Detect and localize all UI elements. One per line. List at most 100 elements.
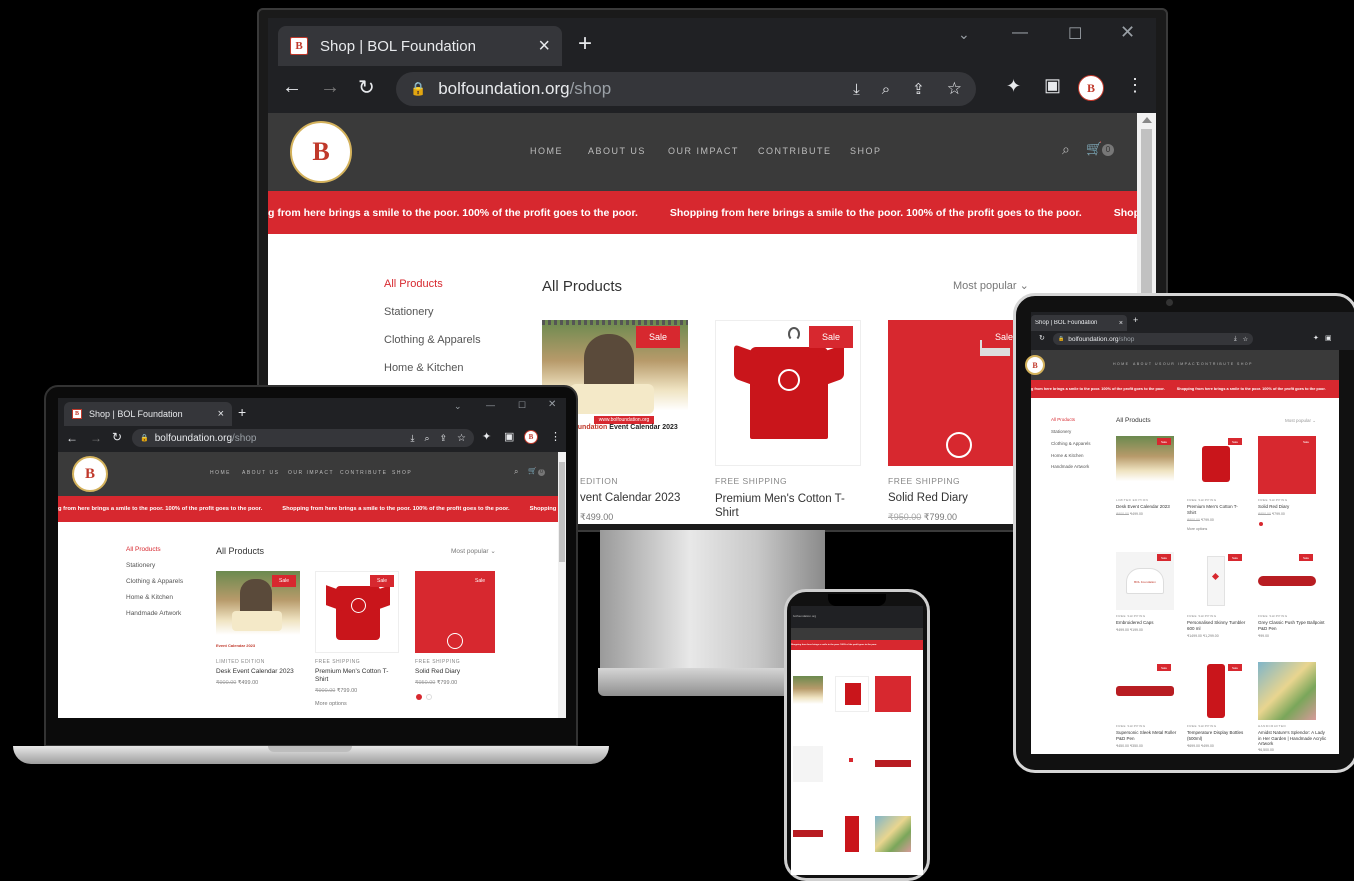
product-image-roller-pen[interactable]: [793, 816, 823, 852]
more-options-link[interactable]: More options: [1187, 527, 1207, 531]
window-close-icon[interactable]: ✕: [1120, 22, 1135, 43]
nav-shop[interactable]: SHOP: [1237, 362, 1253, 366]
category-home-kitchen[interactable]: Home & Kitchen: [384, 362, 463, 374]
sidepanel-icon[interactable]: ▣: [1325, 334, 1332, 342]
product-name[interactable]: Desk Event Calendar 2023: [1116, 504, 1170, 509]
category-stationery[interactable]: Stationery: [1051, 429, 1071, 434]
category-handmade[interactable]: Handmade Artwork: [126, 610, 181, 617]
nav-home[interactable]: HOME: [1113, 362, 1130, 366]
window-maximize-icon[interactable]: ☐: [1068, 24, 1082, 44]
category-all-products[interactable]: All Products: [384, 278, 443, 290]
zoom-icon[interactable]: ⌕: [882, 81, 890, 98]
extensions-icon[interactable]: ✦: [1006, 76, 1021, 97]
product-image-pen[interactable]: [875, 746, 911, 782]
reload-icon[interactable]: ↻: [112, 430, 122, 444]
share-icon[interactable]: ⇪: [912, 80, 925, 98]
site-logo[interactable]: B: [72, 456, 108, 492]
product-name[interactable]: Embroidered Caps: [1116, 620, 1154, 625]
address-bar[interactable]: 🔒 bolfoundation.org/shop ⤓ ⌕ ⇪ ☆: [396, 72, 976, 106]
profile-avatar[interactable]: B: [524, 430, 538, 444]
address-bar[interactable]: 🔒 bolfoundation.org/shop ⤓ ☆: [1053, 333, 1253, 345]
new-tab-button[interactable]: +: [1133, 315, 1138, 325]
product-image-tumbler[interactable]: [835, 746, 869, 782]
product-name[interactable]: Grey Classic Push Type Ballpoint P&D Pen: [1258, 620, 1328, 631]
product-name[interactable]: vent Calendar 2023: [580, 492, 680, 504]
zoom-icon[interactable]: ⌕: [424, 433, 429, 444]
profile-avatar[interactable]: B: [1078, 75, 1104, 101]
window-chevron-icon[interactable]: ⌄: [958, 26, 970, 43]
product-image-artwork[interactable]: [875, 816, 911, 852]
install-icon[interactable]: ⤓: [410, 433, 414, 444]
product-image-cap[interactable]: [793, 746, 823, 782]
nav-shop[interactable]: SHOP: [392, 470, 412, 476]
more-options-link[interactable]: More options: [315, 701, 347, 707]
site-cart-icon[interactable]: 🛒: [1086, 141, 1102, 157]
product-name[interactable]: Amidst Nature's Splendor: A Lady in Her …: [1258, 730, 1328, 747]
site-search-icon[interactable]: ⌕: [514, 467, 518, 477]
extensions-icon[interactable]: ✦: [482, 430, 491, 443]
category-home-kitchen[interactable]: Home & Kitchen: [1051, 453, 1084, 458]
bookmark-star-icon[interactable]: ☆: [457, 433, 466, 444]
forward-icon[interactable]: →: [90, 431, 102, 445]
new-tab-button[interactable]: +: [578, 30, 592, 58]
menu-kebab-icon[interactable]: ⋮: [1126, 75, 1144, 96]
nav-impact[interactable]: OUR IMPACT: [668, 146, 739, 156]
reload-icon[interactable]: ↻: [1039, 334, 1045, 342]
color-swatch-red[interactable]: [416, 694, 422, 700]
product-name[interactable]: Premium Men's Cotton T-Shirt: [1187, 504, 1245, 515]
bookmark-star-icon[interactable]: ☆: [947, 79, 962, 99]
product-image-diary[interactable]: [875, 676, 911, 712]
product-name[interactable]: Premium Men's Cotton T-Shirt: [715, 492, 865, 520]
product-image-artwork[interactable]: [1258, 662, 1316, 720]
nav-about[interactable]: ABOUT US: [588, 146, 646, 156]
sidepanel-icon[interactable]: ▣: [504, 430, 514, 443]
category-clothing[interactable]: Clothing & Apparels: [126, 578, 183, 585]
site-search-icon[interactable]: ⌕: [1062, 141, 1070, 158]
install-icon[interactable]: ⤓: [1234, 336, 1237, 343]
laptop-scrollbar[interactable]: [558, 452, 566, 718]
sidepanel-icon[interactable]: ▣: [1044, 75, 1061, 96]
bookmark-star-icon[interactable]: ☆: [1243, 336, 1248, 343]
product-name[interactable]: Temperature Display Bottles (500ml): [1187, 730, 1249, 741]
tablet-tab[interactable]: Shop | BOL Foundation ×: [1031, 315, 1127, 331]
sort-select[interactable]: Most popular ⌄: [953, 279, 1029, 292]
nav-home[interactable]: HOME: [210, 470, 231, 476]
nav-impact[interactable]: OUR IMPACT: [288, 470, 334, 476]
product-name[interactable]: Solid Red Diary: [888, 492, 968, 504]
window-minimize-icon[interactable]: —: [486, 400, 495, 410]
category-stationery[interactable]: Stationery: [384, 306, 434, 318]
address-bar[interactable]: 🔒 bolfoundation.org/shop ⤓ ⌕ ⇪ ☆: [132, 429, 474, 447]
product-image-tshirt[interactable]: [835, 676, 869, 712]
product-name[interactable]: Solid Red Diary: [415, 668, 460, 675]
nav-shop[interactable]: SHOP: [850, 146, 882, 156]
install-icon[interactable]: ⤓: [853, 81, 860, 98]
site-logo[interactable]: B: [290, 121, 352, 183]
tab-close-icon[interactable]: ×: [1119, 320, 1123, 327]
product-name[interactable]: Solid Red Diary: [1258, 504, 1289, 509]
extensions-icon[interactable]: ✦: [1313, 334, 1319, 342]
window-chevron-icon[interactable]: ⌄: [454, 401, 462, 412]
window-close-icon[interactable]: ✕: [548, 399, 556, 410]
sort-select[interactable]: Most popular ⌄: [1285, 418, 1316, 424]
laptop-tab[interactable]: B Shop | BOL Foundation ×: [64, 402, 232, 426]
product-name[interactable]: Supersonic Sleek Metal Roller P&D Pen: [1116, 730, 1178, 741]
tab-close-icon[interactable]: ×: [538, 35, 550, 58]
category-clothing[interactable]: Clothing & Apparels: [1051, 441, 1091, 446]
sort-select[interactable]: Most popular ⌄: [451, 547, 496, 555]
window-maximize-icon[interactable]: ☐: [518, 400, 526, 411]
nav-contribute[interactable]: CONTRIBUTE: [758, 146, 832, 156]
nav-contribute[interactable]: CONTRIBUTE: [340, 470, 388, 476]
window-minimize-icon[interactable]: —: [1012, 24, 1028, 42]
category-stationery[interactable]: Stationery: [126, 562, 155, 569]
category-all-products[interactable]: All Products: [126, 546, 161, 553]
nav-about[interactable]: ABOUT US: [1133, 362, 1163, 366]
site-cart-icon[interactable]: 🛒: [528, 467, 537, 475]
product-name[interactable]: Desk Event Calendar 2023: [216, 668, 294, 675]
new-tab-button[interactable]: +: [238, 404, 246, 420]
nav-about[interactable]: ABOUT US: [242, 470, 279, 476]
tab-close-icon[interactable]: ×: [218, 408, 224, 420]
back-icon[interactable]: ←: [66, 431, 78, 445]
back-icon[interactable]: ←: [282, 76, 302, 99]
monitor-tab[interactable]: B Shop | BOL Foundation ×: [278, 26, 562, 66]
reload-icon[interactable]: ↻: [358, 75, 375, 100]
